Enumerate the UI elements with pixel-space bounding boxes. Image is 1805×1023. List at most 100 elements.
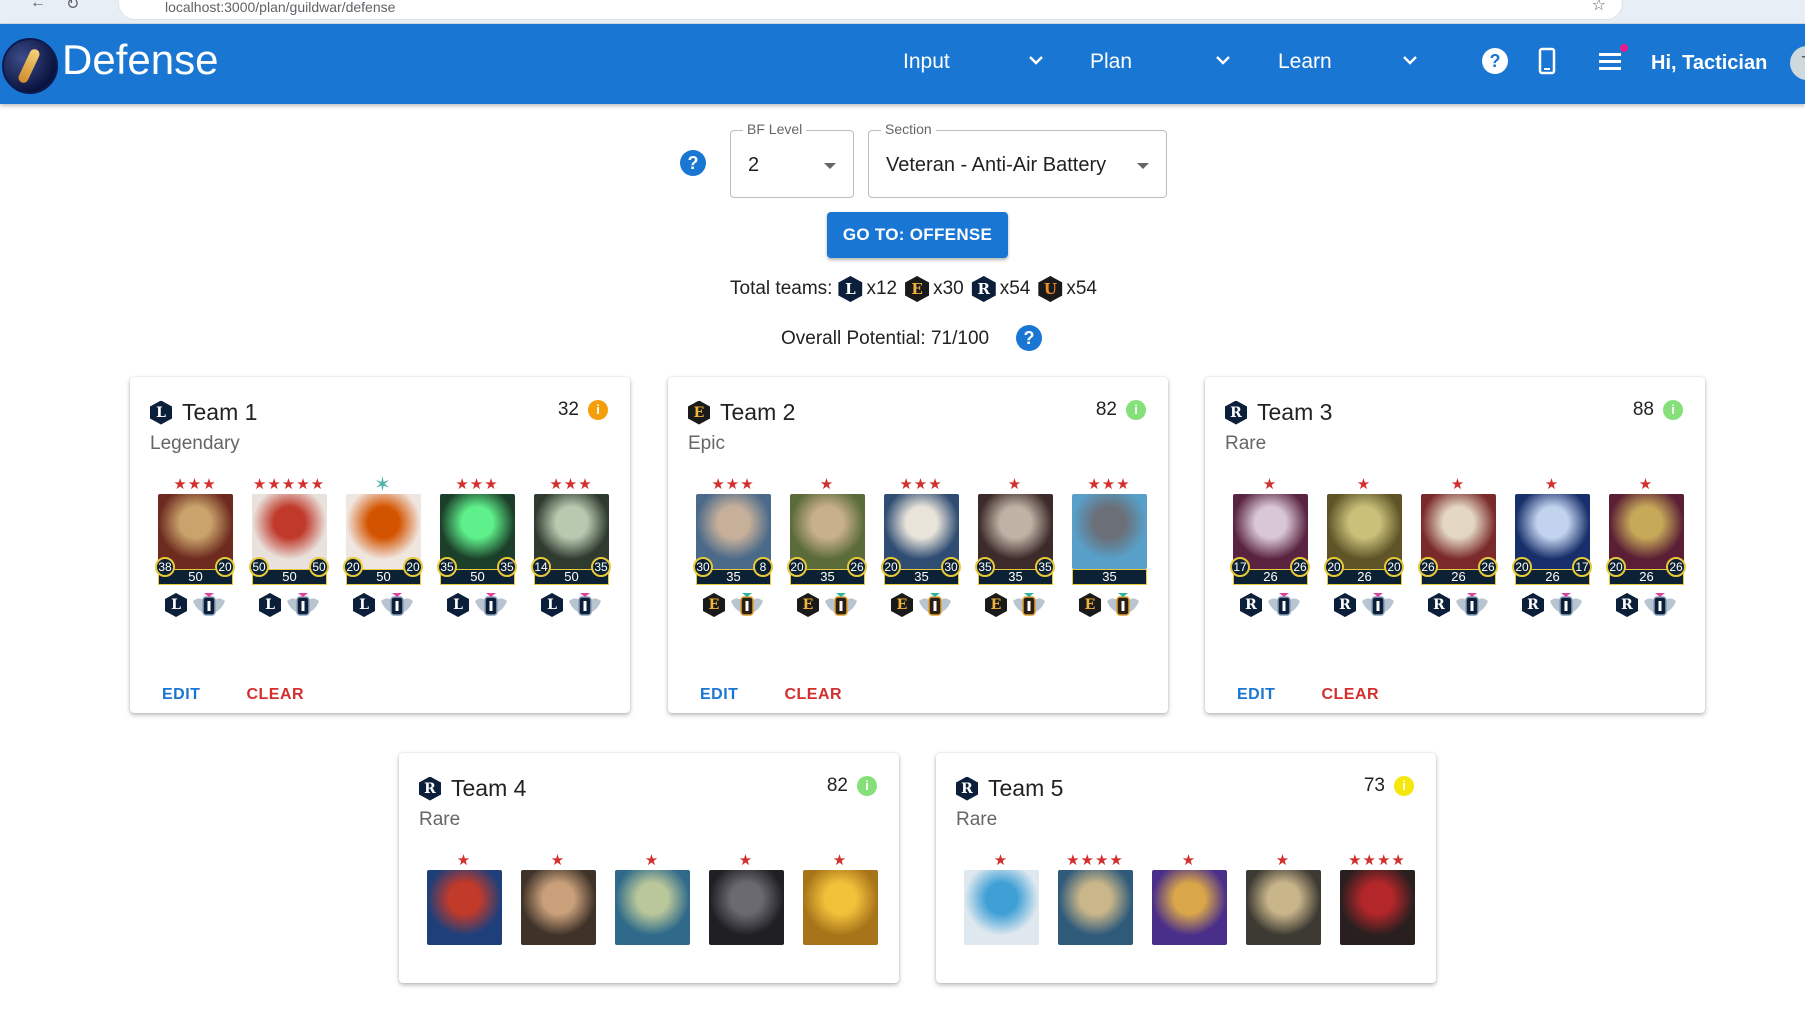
unit-card[interactable]: ★ (614, 853, 690, 1023)
avatar[interactable]: T (1790, 46, 1805, 80)
unit-card[interactable]: ★ (520, 853, 596, 1023)
unit-card[interactable]: ★ (426, 853, 502, 1023)
star-rating: ★ (738, 852, 754, 869)
help-icon[interactable]: ? (1016, 325, 1042, 351)
bf-level-select[interactable]: BF Level 2 (730, 121, 854, 198)
epic-rank-icon: E (905, 276, 930, 302)
chevron-down-icon[interactable] (1028, 52, 1044, 68)
team-header: L Team 1 (150, 399, 257, 426)
unit-card[interactable]: ★★★★ (1339, 853, 1415, 1023)
star-rating: ★★★ (549, 476, 593, 493)
team-actions: EDIT CLEAR (1237, 686, 1379, 704)
wing-badge-icon (1454, 591, 1490, 619)
ability-level-left: 17 (1230, 557, 1250, 577)
info-icon[interactable]: i (1663, 400, 1683, 420)
unit-card[interactable]: ★ (1151, 853, 1227, 1023)
team-header: R Team 4 (419, 775, 526, 802)
edit-button[interactable]: EDIT (1237, 686, 1275, 704)
unit-card[interactable]: ✶ 50 20 20 L (343, 475, 423, 647)
ability-level-left: 20 (1606, 557, 1626, 577)
unit-card[interactable]: ★ 26 26 26 R (1418, 477, 1498, 647)
wing-badge-icon (567, 591, 603, 619)
back-icon[interactable]: ← (30, 0, 46, 12)
wing-badge-icon (1360, 591, 1396, 619)
rare-count: x54 (999, 278, 1031, 299)
unit-card[interactable]: ★ 26 17 26 R (1230, 477, 1310, 647)
star-rating: ★ (819, 476, 835, 493)
unit-card[interactable]: ★★★ 50 35 35 L (437, 477, 517, 647)
star-rating: ★ (993, 852, 1009, 869)
user-greeting[interactable]: Hi, Tactician (1651, 52, 1767, 75)
clear-button[interactable]: CLEAR (784, 686, 842, 704)
unit-card[interactable]: ★ 26 20 20 R (1324, 477, 1404, 647)
unit-card[interactable]: ★★★★★ 50 50 50 L (249, 476, 329, 647)
legendary-count: x12 (866, 278, 898, 299)
reload-icon[interactable]: ↻ (66, 0, 79, 14)
star-rating: ★★★★★ (252, 476, 326, 493)
chevron-down-icon[interactable] (1402, 52, 1418, 68)
star-rating: ★★★ (711, 476, 755, 493)
info-icon[interactable]: i (857, 776, 877, 796)
unit-card[interactable]: ★ 35 35 35 E (975, 477, 1055, 647)
team-score: 73 i (1364, 775, 1414, 797)
info-icon[interactable]: i (1126, 400, 1146, 420)
app-logo[interactable] (2, 38, 58, 94)
address-bar[interactable]: localhost:3000/plan/guildwar/defense ☆ (118, 0, 1623, 20)
unit-badges: L (353, 591, 415, 619)
rank-icon: L (353, 593, 375, 617)
unit-card[interactable]: ★ 26 20 26 R (1606, 477, 1686, 647)
section-select[interactable]: Section Veteran - Anti-Air Battery (868, 121, 1167, 198)
unit-badges: R (1522, 591, 1584, 619)
unit-badges: R (1428, 591, 1490, 619)
unit-card[interactable]: ★ 35 20 26 E (787, 476, 867, 647)
team-actions: EDIT CLEAR (162, 686, 304, 704)
unit-card[interactable]: ★★★ 35 20 30 E (881, 477, 961, 647)
unit-card[interactable]: ★★★ 35 30 8 E (693, 476, 773, 647)
unit-card[interactable]: ★ (802, 853, 878, 1023)
unit-card[interactable]: ★★★★ (1057, 853, 1133, 1023)
team-header: R Team 3 (1225, 399, 1332, 426)
menu-input[interactable]: Input (903, 50, 950, 74)
bookmark-star-icon[interactable]: ☆ (1592, 0, 1606, 15)
edit-button[interactable]: EDIT (162, 686, 200, 704)
clear-button[interactable]: CLEAR (1321, 686, 1379, 704)
team-score: 82 i (1096, 399, 1146, 421)
ability-level-left: 35 (975, 557, 995, 577)
team-name: Team 1 (182, 399, 258, 425)
team-name: Team 5 (988, 775, 1064, 801)
mobile-icon[interactable] (1532, 46, 1564, 78)
go-to-offense-button[interactable]: GO TO: OFFENSE (827, 212, 1008, 258)
info-icon[interactable]: i (588, 400, 608, 420)
ability-level-left: 50 (249, 557, 269, 577)
help-icon[interactable]: ? (1480, 46, 1512, 78)
team-score: 88 i (1633, 399, 1683, 421)
team-score-value: 32 (557, 399, 579, 420)
menu-learn[interactable]: Learn (1278, 50, 1332, 74)
unit-badges: L (165, 591, 227, 619)
ability-level-right: 17 (1572, 557, 1592, 577)
unit-card[interactable]: ★ (1245, 853, 1321, 1023)
team-rarity: Legendary (150, 433, 240, 454)
wing-badge-icon (917, 591, 953, 619)
chevron-down-icon[interactable] (1215, 52, 1231, 68)
wing-badge-icon (1642, 591, 1678, 619)
unit-card[interactable]: ★ 26 20 17 R (1512, 477, 1592, 647)
unit-card[interactable]: ★★★ 35 E (1071, 477, 1147, 647)
unit-card[interactable]: ★★★ 50 38 20 L (155, 477, 235, 647)
rank-icon: E (985, 593, 1007, 617)
unit-card[interactable]: ★ (963, 853, 1039, 1023)
info-icon[interactable]: i (1394, 776, 1414, 796)
team-rarity: Epic (688, 433, 725, 454)
team-rarity: Rare (956, 809, 998, 830)
menu-plan[interactable]: Plan (1090, 50, 1132, 74)
dropdown-arrow-icon (824, 163, 836, 169)
help-icon[interactable]: ? (680, 150, 706, 176)
unit-portrait (1340, 870, 1415, 945)
ability-level-right: 50 (309, 557, 329, 577)
unit-badges: R (1240, 591, 1302, 619)
clear-button[interactable]: CLEAR (246, 686, 304, 704)
unit-card[interactable]: ★★★ 50 14 35 L (531, 476, 611, 647)
overall-potential: Overall Potential: 71/100 (781, 328, 990, 349)
edit-button[interactable]: EDIT (700, 686, 738, 704)
unit-card[interactable]: ★ (708, 853, 784, 1023)
